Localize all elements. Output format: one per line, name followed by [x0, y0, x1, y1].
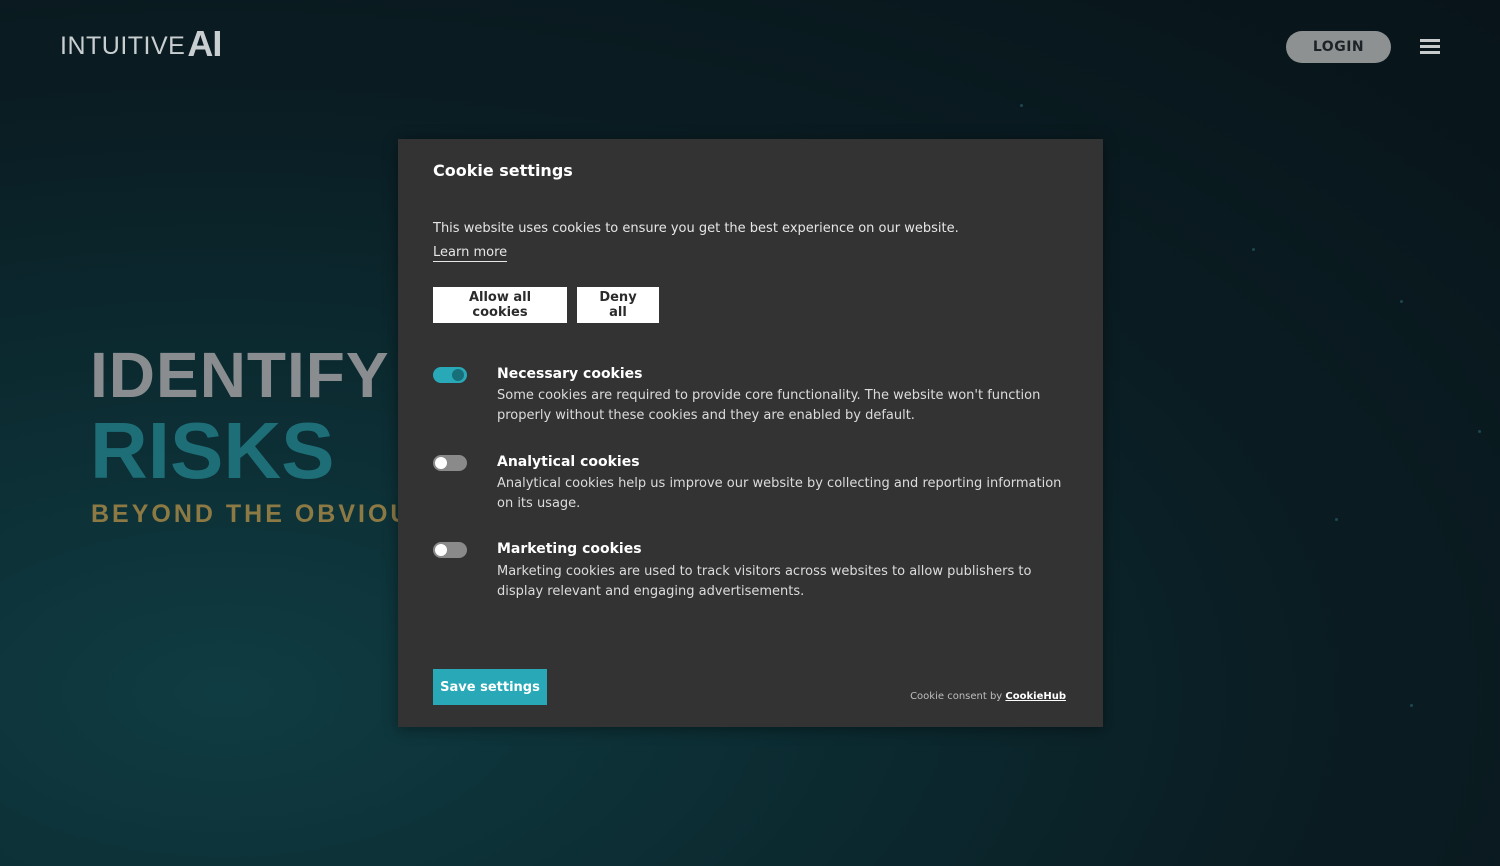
analytical-cookies-title: Analytical cookies [497, 454, 640, 470]
logo-wordmark: INTUITIVE [60, 31, 186, 60]
allow-all-cookies-button[interactable]: Allow all cookies [433, 287, 567, 323]
learn-more-link[interactable]: Learn more [433, 245, 508, 262]
background-star [1335, 518, 1338, 521]
background-star [1400, 300, 1403, 303]
cookie-settings-dialog: Cookie settings This website uses cookie… [398, 139, 1103, 727]
site-logo[interactable]: INTUITIVE AI [60, 23, 222, 64]
necessary-cookies-description: Some cookies are required to provide cor… [497, 388, 1041, 423]
necessary-cookies-toggle[interactable] [433, 367, 467, 383]
analytical-cookies-description: Analytical cookies help us improve our w… [497, 476, 1062, 511]
background-star [1252, 248, 1255, 251]
consent-prefix: Cookie consent by [910, 691, 1006, 702]
marketing-cookies-description: Marketing cookies are used to track visi… [497, 564, 1032, 599]
cookie-consent-credit: Cookie consent by CookieHub [910, 691, 1066, 702]
save-settings-button[interactable]: Save settings [433, 669, 547, 705]
necessary-cookies-title: Necessary cookies [497, 366, 643, 382]
hero-tagline: BEYOND THE OBVIOU [91, 500, 412, 528]
marketing-cookies-toggle[interactable] [433, 542, 467, 558]
hamburger-menu-icon[interactable] [1420, 39, 1440, 55]
background-star [1478, 430, 1481, 433]
deny-all-button[interactable]: Deny all [577, 287, 659, 323]
dialog-intro-text: This website uses cookies to ensure you … [433, 221, 959, 236]
analytical-cookies-toggle[interactable] [433, 455, 467, 471]
hero-heading-line1: IDENTIFY [90, 339, 390, 411]
marketing-cookies-title: Marketing cookies [497, 541, 642, 557]
background-star [1410, 704, 1413, 707]
dialog-title: Cookie settings [433, 161, 573, 180]
logo-ai-mark: AI [187, 23, 222, 64]
hero-heading-line2: RISKS [90, 406, 335, 495]
cookiehub-link[interactable]: CookieHub [1005, 691, 1066, 702]
background-star [1020, 104, 1023, 107]
login-button[interactable]: LOGIN [1286, 31, 1391, 63]
